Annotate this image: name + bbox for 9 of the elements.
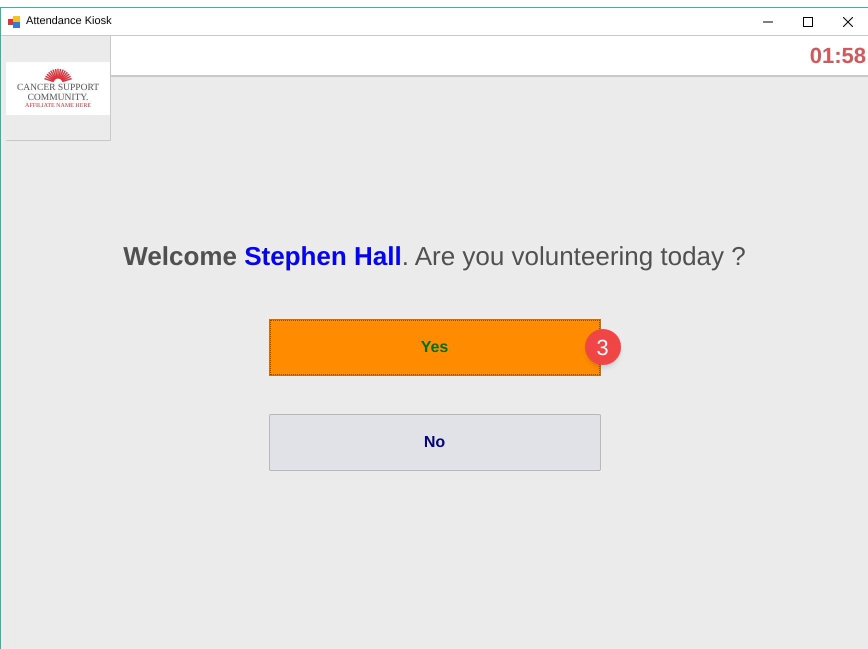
no-button[interactable]: No [268, 414, 600, 471]
app-icon [8, 16, 20, 28]
close-icon [843, 16, 853, 26]
welcome-message: Welcome Stephen Hall. Are you volunteering today ? [123, 240, 746, 273]
maximize-icon [803, 16, 813, 26]
countdown-timer: 01:58 [810, 42, 866, 70]
logo-text: COMMUNITY. [28, 92, 88, 102]
window-title: Attendance Kiosk [26, 14, 112, 30]
logo-text: CANCER SUPPORT [16, 82, 100, 92]
